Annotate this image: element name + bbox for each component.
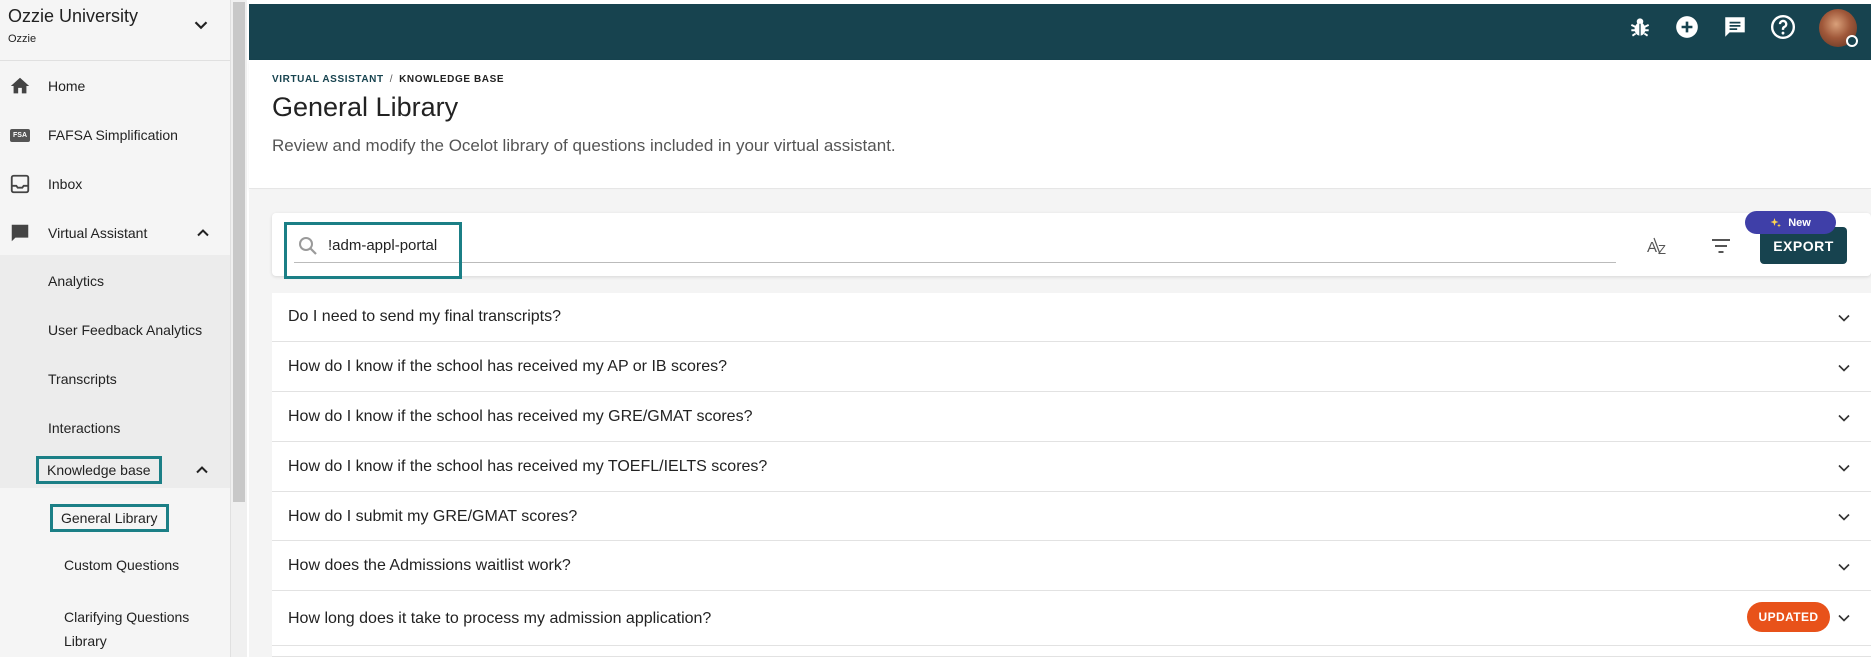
add-circle-icon[interactable] (1674, 14, 1700, 40)
faq-row[interactable]: How long does it take to process my admi… (272, 591, 1871, 646)
sort-az-icon[interactable]: AZ (1645, 233, 1671, 259)
sidebar-item-label: Clarifying Questions (64, 609, 190, 625)
fsa-icon: FSA (8, 123, 32, 147)
breadcrumb-virtual-assistant[interactable]: VIRTUAL ASSISTANT (272, 74, 384, 85)
sidebar-item-clarifying-questions[interactable]: Clarifying Questions Library (64, 605, 189, 653)
faq-question: How long does it take to process my admi… (288, 610, 712, 627)
sidebar-item-user-feedback-analytics[interactable]: User Feedback Analytics (48, 322, 202, 338)
breadcrumb-knowledge-base: KNOWLEDGE BASE (399, 74, 505, 85)
search-input[interactable]: !adm-appl-portal (328, 237, 437, 254)
sparkle-icon (1770, 217, 1782, 227)
home-icon (8, 74, 32, 98)
faq-row[interactable]: Do I need to send my final transcripts? (272, 293, 1871, 342)
faq-row[interactable]: How do I know if the school has received… (272, 392, 1871, 442)
chevron-down-icon[interactable] (1834, 557, 1854, 577)
faq-row[interactable]: How do I know if the school has received… (272, 442, 1871, 492)
breadcrumb: VIRTUAL ASSISTANT / KNOWLEDGE BASE (272, 74, 504, 85)
page-subtitle: Review and modify the Ocelot library of … (272, 136, 896, 155)
chevron-down-icon[interactable] (190, 14, 212, 36)
faq-question: How do I know if the school has received… (288, 408, 753, 425)
sidebar-item-analytics[interactable]: Analytics (48, 273, 104, 289)
chevron-down-icon[interactable] (1834, 507, 1854, 527)
sidebar-item-label-line2: Library (64, 633, 107, 649)
sidebar-item-fafsa[interactable]: FSA FAFSA Simplification (0, 113, 230, 157)
new-badge: New (1745, 211, 1836, 234)
message-icon[interactable] (1722, 14, 1748, 40)
faq-question: How does the Admissions waitlist work? (288, 557, 571, 574)
status-dot (1846, 35, 1858, 47)
faq-row[interactable]: How does the Admissions waitlist work? (272, 541, 1871, 591)
updated-badge: UPDATED (1747, 602, 1830, 632)
chevron-down-icon[interactable] (1834, 608, 1854, 628)
sidebar-item-virtual-assistant[interactable]: Virtual Assistant (0, 211, 230, 255)
filter-icon[interactable] (1709, 235, 1733, 257)
sidebar-item-custom-questions[interactable]: Custom Questions (64, 557, 179, 573)
faq-row[interactable]: How do I know if the school has received… (272, 342, 1871, 392)
faq-question: Do I need to send my final transcripts? (288, 308, 562, 325)
faq-row[interactable]: How do I submit my GRE/GMAT scores? (272, 492, 1871, 541)
faq-question: How do I know if the school has received… (288, 458, 768, 475)
toolbar-card (272, 213, 1871, 276)
chat-icon (8, 221, 32, 245)
chevron-down-icon[interactable] (1834, 408, 1854, 428)
sidebar: Ozzie University Ozzie Home FSA FAFSA Si… (0, 0, 231, 657)
faq-question: How do I know if the school has received… (288, 358, 728, 375)
svg-text:Z: Z (1658, 242, 1666, 257)
chevron-up-icon[interactable] (192, 460, 212, 480)
page-title: General Library (272, 92, 459, 122)
faq-row[interactable] (272, 646, 1871, 657)
sidebar-item-interactions[interactable]: Interactions (48, 420, 120, 436)
org-switcher[interactable]: Ozzie University Ozzie (0, 0, 230, 61)
search-underline (294, 262, 1616, 263)
chevron-down-icon[interactable] (1834, 308, 1854, 328)
sidebar-item-label: Inbox (48, 176, 83, 192)
sidebar-item-general-library[interactable]: General Library (50, 504, 169, 532)
sidebar-item-transcripts[interactable]: Transcripts (48, 371, 117, 387)
faq-question: How do I submit my GRE/GMAT scores? (288, 508, 578, 525)
sidebar-scrollbar-thumb[interactable] (233, 2, 245, 502)
inbox-icon (8, 172, 32, 196)
sidebar-item-label: FAFSA Simplification (48, 127, 178, 143)
sidebar-item-knowledge-base[interactable]: Knowledge base (36, 456, 162, 484)
chevron-down-icon[interactable] (1834, 458, 1854, 478)
search-icon (299, 237, 317, 255)
chevron-down-icon[interactable] (1834, 358, 1854, 378)
sidebar-item-label: Virtual Assistant (48, 225, 148, 241)
breadcrumb-separator: / (389, 74, 394, 85)
help-icon[interactable] (1770, 14, 1796, 40)
sidebar-item-home[interactable]: Home (0, 64, 230, 108)
bug-icon[interactable] (1627, 14, 1653, 40)
sidebar-item-label: Home (48, 78, 86, 94)
chevron-up-icon[interactable] (193, 223, 213, 243)
sidebar-item-inbox[interactable]: Inbox (0, 162, 230, 206)
new-badge-label: New (1788, 216, 1811, 229)
